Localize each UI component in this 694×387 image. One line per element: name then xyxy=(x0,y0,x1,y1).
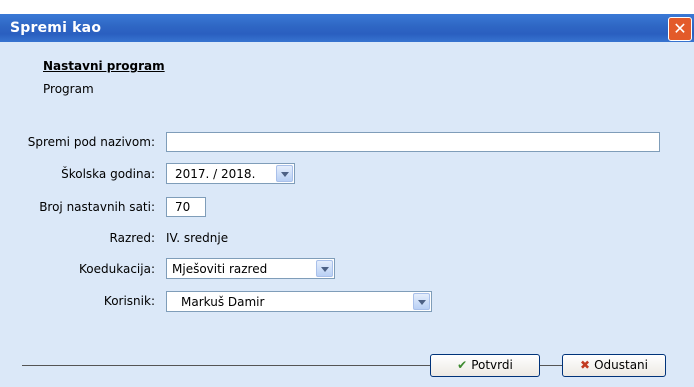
save-as-dialog: Spremi kao ✕ Nastavni program Program Sp… xyxy=(0,0,694,387)
chevron-down-icon[interactable] xyxy=(413,293,430,310)
confirm-button[interactable]: ✔ Potvrdi xyxy=(430,354,540,377)
name-input[interactable] xyxy=(166,132,660,152)
user-value: Markuš Damir xyxy=(181,295,265,309)
year-value: 2017. / 2018. xyxy=(175,167,256,181)
close-button[interactable]: ✕ xyxy=(668,17,692,41)
name-label: Spremi pod nazivom: xyxy=(27,135,155,149)
user-select[interactable]: Markuš Damir xyxy=(166,291,432,312)
grade-label: Razred: xyxy=(109,231,155,245)
confirm-label: Potvrdi xyxy=(471,358,513,372)
hours-label: Broj nastavnih sati: xyxy=(39,200,155,214)
user-label: Korisnik: xyxy=(103,294,155,308)
grade-value: IV. srednje xyxy=(166,231,229,245)
chevron-down-icon[interactable] xyxy=(316,260,333,277)
title-bar: Spremi kao ✕ xyxy=(0,0,694,42)
cancel-button[interactable]: ✖ Odustani xyxy=(562,354,666,377)
cancel-label: Odustani xyxy=(594,358,648,372)
chevron-down-icon[interactable] xyxy=(276,165,293,182)
dialog-body: Nastavni program Program Spremi pod nazi… xyxy=(0,42,694,387)
x-icon: ✖ xyxy=(580,358,591,372)
year-select[interactable]: 2017. / 2018. xyxy=(166,163,295,184)
coeducation-select[interactable]: Mješoviti razred xyxy=(166,258,335,279)
check-icon: ✔ xyxy=(457,358,468,372)
section-heading: Nastavni program xyxy=(43,59,165,73)
coeducation-value: Mješoviti razred xyxy=(172,262,268,276)
window-title: Spremi kao xyxy=(10,20,102,36)
close-icon: ✕ xyxy=(673,19,687,38)
section-subtitle: Program xyxy=(43,82,94,96)
year-label: Školska godina: xyxy=(61,167,155,181)
hours-input[interactable]: 70 xyxy=(166,197,206,217)
coeducation-label: Koedukacija: xyxy=(79,262,155,276)
